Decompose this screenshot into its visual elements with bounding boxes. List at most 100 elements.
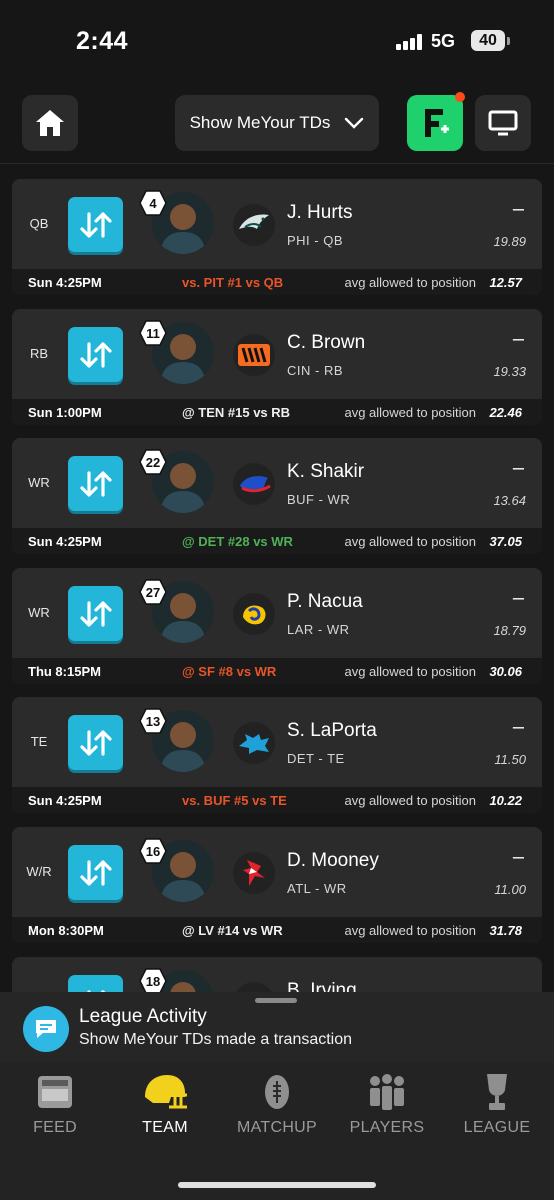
- swap-button[interactable]: [68, 456, 123, 511]
- matchup-footer: Sun 4:25PM vs. PIT #1 vs QB avg allowed to…: [12, 269, 542, 295]
- tab-league[interactable]: LEAGUE: [442, 1062, 552, 1152]
- avg-allowed-value: 12.57: [489, 275, 522, 290]
- game-time: Sun 4:25PM: [28, 793, 102, 808]
- swap-button[interactable]: [68, 586, 123, 641]
- roster-card[interactable]: QB 4 J. Hurts PHI - QB – 19.89 Sun 4:25PM vs. P…: [12, 179, 542, 295]
- slot-label: TE: [30, 734, 48, 749]
- roster-card[interactable]: WR 27 P. Nacua LAR - WR – 18.79 Thu 8:15PM @ SF…: [12, 568, 542, 684]
- avg-allowed-label: avg allowed to position: [344, 923, 476, 938]
- trophy-icon: [442, 1072, 552, 1112]
- slot-label: QB: [29, 216, 49, 231]
- avg-allowed-label: avg allowed to position: [344, 534, 476, 549]
- team-selector[interactable]: Show MeYour TDs: [175, 95, 379, 151]
- team-selector-label: Show MeYour TDs: [189, 113, 331, 132]
- activity-title: League Activity: [79, 1006, 207, 1027]
- rank-number: 16: [145, 843, 161, 859]
- f-plus-icon: [425, 109, 449, 137]
- opponent-rank: @ DET #28 vs WR: [182, 534, 293, 549]
- clock: 2:44: [76, 27, 129, 55]
- matchup-footer: Thu 8:15PM @ SF #8 vs WR avg allowed to po…: [12, 658, 542, 684]
- header-divider: [0, 163, 554, 164]
- matchup-footer: Sun 1:00PM @ TEN #15 vs RB avg allowed to …: [12, 399, 542, 425]
- avg-allowed-label: avg allowed to position: [344, 793, 476, 808]
- opponent-rank: vs. PIT #1 vs QB: [182, 275, 284, 290]
- swap-arrows-icon: [79, 211, 112, 238]
- team-logo-icon: [233, 334, 275, 376]
- player-name[interactable]: C. Brown: [287, 332, 365, 354]
- helmet-icon: [110, 1072, 220, 1112]
- live-score: –: [512, 846, 524, 868]
- swap-arrows-icon: [79, 859, 112, 886]
- game-time: Sun 4:25PM: [28, 275, 102, 290]
- swap-button[interactable]: [68, 327, 123, 382]
- home-button[interactable]: [22, 95, 78, 151]
- tab-matchup[interactable]: MATCHUP: [222, 1062, 332, 1152]
- rank-badge: 13: [139, 708, 167, 734]
- avg-allowed-value: 31.78: [489, 923, 522, 938]
- battery-tip: [507, 37, 510, 45]
- tv-button[interactable]: [475, 95, 531, 151]
- player-name[interactable]: K. Shakir: [287, 461, 364, 483]
- team-logo-icon: [233, 204, 275, 246]
- notification-dot: [455, 92, 465, 102]
- rank-number: 13: [145, 713, 161, 729]
- swap-arrows-icon: [79, 341, 112, 368]
- projected-points: 19.89: [493, 234, 526, 249]
- rank-number: 4: [149, 195, 157, 211]
- player-name[interactable]: P. Nacua: [287, 591, 363, 613]
- swap-button[interactable]: [68, 845, 123, 900]
- slot-label: WR: [28, 605, 50, 620]
- status-bar: 2:44 5G 40: [0, 0, 554, 80]
- players-icon: [332, 1072, 442, 1112]
- signal-icon: [396, 34, 424, 50]
- avg-allowed-value: 22.46: [489, 405, 522, 420]
- matchup-footer: Mon 8:30PM @ LV #14 vs WR avg allowed to p…: [12, 917, 542, 943]
- home-icon: [36, 110, 64, 136]
- opponent-rank: @ TEN #15 vs RB: [182, 405, 291, 420]
- roster-card[interactable]: TE 13 S. LaPorta DET - TE – 11.50 Sun 4:25PM vs…: [12, 697, 542, 813]
- game-time: Sun 1:00PM: [28, 405, 102, 420]
- team-logo-icon: [233, 593, 275, 635]
- swap-button[interactable]: [68, 197, 123, 252]
- rank-number: 11: [146, 325, 160, 341]
- roster-card[interactable]: WR 22 K. Shakir BUF - WR – 13.64 Sun 4:25PM @ D…: [12, 438, 542, 554]
- projected-points: 11.50: [494, 752, 526, 767]
- player-team-position: CIN - RB: [287, 363, 343, 378]
- chat-bubble-icon: [23, 1006, 69, 1052]
- player-team-position: LAR - WR: [287, 622, 350, 637]
- player-team-position: ATL - WR: [287, 881, 347, 896]
- tab-team[interactable]: TEAM: [110, 1062, 220, 1152]
- live-score: –: [512, 716, 524, 738]
- tab-label: MATCHUP: [236, 1119, 318, 1136]
- rank-badge: 16: [139, 838, 167, 864]
- tab-label: FEED: [33, 1119, 77, 1136]
- player-name[interactable]: S. LaPorta: [287, 720, 377, 742]
- slot-label: RB: [29, 346, 49, 361]
- team-logo-icon: [233, 852, 275, 894]
- monitor-icon: [488, 110, 518, 136]
- roster-card[interactable]: RB 11 C. Brown CIN - RB – 19.33 Sun 1:00PM @ TE…: [12, 309, 542, 425]
- player-name[interactable]: D. Mooney: [287, 850, 379, 872]
- tab-players[interactable]: PLAYERS: [332, 1062, 442, 1152]
- avg-allowed-value: 37.05: [489, 534, 522, 549]
- avg-allowed-label: avg allowed to position: [344, 664, 476, 679]
- network-label: 5G: [431, 31, 456, 51]
- projected-points: 11.00: [494, 882, 526, 897]
- fantasy-plus-button[interactable]: [407, 95, 463, 151]
- player-name[interactable]: J. Hurts: [287, 202, 352, 224]
- battery-icon: 40: [471, 30, 505, 51]
- swap-button[interactable]: [68, 715, 123, 770]
- projected-points: 18.79: [493, 623, 526, 638]
- projected-points: 13.64: [493, 493, 526, 508]
- roster-card[interactable]: W/R 16 D. Mooney ATL - WR – 11.00 Mon 8:30PM @ …: [12, 827, 542, 943]
- opponent-rank: @ SF #8 vs WR: [182, 664, 277, 679]
- avg-allowed-value: 30.06: [489, 664, 522, 679]
- swap-arrows-icon: [79, 600, 112, 627]
- swap-arrows-icon: [79, 729, 112, 756]
- avg-allowed-label: avg allowed to position: [344, 405, 476, 420]
- drag-handle[interactable]: [255, 998, 297, 1003]
- chevron-down-icon: [345, 117, 364, 129]
- rank-badge: 22: [139, 449, 167, 475]
- tab-feed[interactable]: FEED: [0, 1062, 110, 1152]
- opponent-rank: vs. BUF #5 vs TE: [182, 793, 287, 808]
